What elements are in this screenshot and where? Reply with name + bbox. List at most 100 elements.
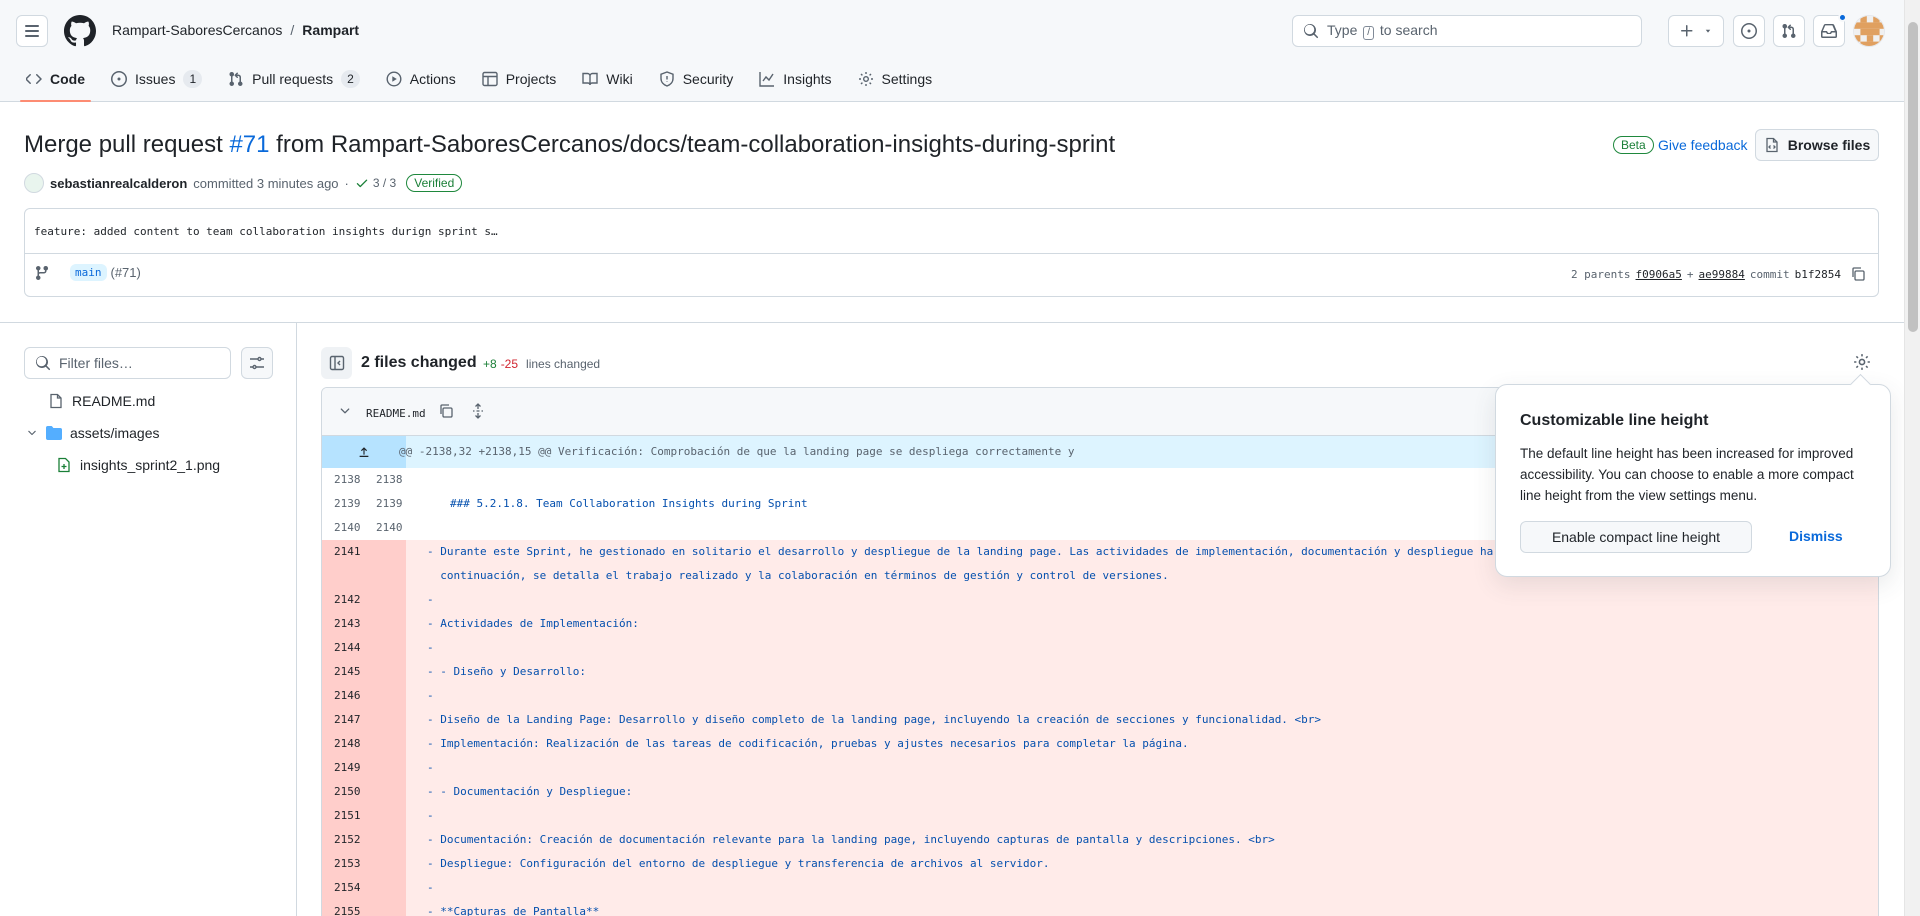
tab-security[interactable]: Security [649, 64, 744, 94]
filter-placeholder: Filter files… [59, 355, 133, 371]
new-line-number[interactable]: 2138 [364, 468, 406, 492]
branch-label[interactable]: main [70, 264, 107, 281]
search-shortcut-key: / [1363, 26, 1375, 40]
popover-body: The default line height has been increas… [1520, 446, 1854, 503]
enable-compact-line-height-button[interactable]: Enable compact line height [1520, 521, 1752, 553]
old-line-number[interactable]: 2149 [322, 756, 364, 780]
tab-pull-requests[interactable]: Pull requests 2 [218, 64, 370, 94]
gear-icon [858, 72, 873, 86]
verified-badge[interactable]: Verified [406, 174, 463, 192]
committed-time: committed 3 minutes ago [193, 175, 339, 191]
tab-actions[interactable]: Actions [376, 64, 466, 94]
tab-code[interactable]: Code [16, 64, 95, 102]
copy-icon[interactable] [1850, 266, 1866, 282]
diff-row-deleted: 2144 - [322, 636, 1878, 660]
chevron-down-icon[interactable] [338, 404, 352, 418]
tab-code-label: Code [50, 71, 85, 87]
copy-icon[interactable] [438, 403, 454, 419]
diff-code: - [427, 761, 434, 774]
old-line-number[interactable]: 2139 [322, 492, 364, 516]
diff-file-name[interactable]: README.md [366, 407, 426, 420]
old-line-number[interactable]: 2147 [322, 708, 364, 732]
check-icon [356, 179, 368, 188]
tab-wiki-label: Wiki [606, 71, 633, 87]
new-line-number[interactable]: 2139 [364, 492, 406, 516]
browse-files-button[interactable]: Browse files [1755, 129, 1879, 161]
view-settings-gear-icon[interactable] [1853, 353, 1871, 371]
filter-files-input[interactable]: Filter files… [24, 347, 231, 379]
diff-code: - - Documentación y Despliegue: [427, 785, 633, 798]
old-line-number[interactable]: 2146 [322, 684, 364, 708]
tab-projects[interactable]: Projects [472, 64, 567, 94]
tree-folder-assets[interactable]: assets/images [26, 425, 159, 441]
breadcrumb-owner[interactable]: Rampart-SaboresCercanos [112, 22, 282, 38]
checks-status[interactable]: 3 / 3 [355, 176, 396, 190]
triangle-down-icon [1705, 29, 1711, 33]
dismiss-button[interactable]: Dismiss [1789, 528, 1843, 544]
old-line-number[interactable]: 2153 [322, 852, 364, 876]
create-new-button[interactable] [1668, 15, 1724, 47]
old-line-number[interactable]: 2144 [322, 636, 364, 660]
old-line-number[interactable]: 2150 [322, 780, 364, 804]
tree-file-readme[interactable]: README.md [48, 393, 155, 409]
filter-options-button[interactable] [241, 347, 273, 379]
pull-requests-button[interactable] [1773, 15, 1805, 47]
old-line-number[interactable]: 2138 [322, 468, 364, 492]
author-avatar[interactable] [24, 173, 44, 193]
tab-issues[interactable]: Issues 1 [101, 64, 212, 94]
unfold-icon[interactable] [470, 403, 486, 419]
issue-icon [111, 71, 127, 87]
search-input[interactable]: Type / to search [1292, 15, 1642, 47]
tree-file-insights-png[interactable]: insights_sprint2_1.png [56, 457, 220, 473]
commit-title-suffix: from Rampart-SaboresCercanos/docs/team-c… [276, 131, 1116, 158]
old-line-number[interactable]: 2155 [322, 900, 364, 916]
diff-code: - [427, 809, 434, 822]
page-scrollbar[interactable] [1904, 0, 1920, 916]
menu-button[interactable] [16, 15, 48, 47]
diff-code: - Durante este Sprint, he gestionado en … [427, 540, 1527, 588]
expand-up-button[interactable] [322, 436, 406, 468]
old-line-number[interactable]: 2140 [322, 516, 364, 540]
commit-message-box: feature: added content to team collabora… [24, 208, 1879, 297]
checks-count: 3 / 3 [372, 176, 397, 190]
diff-code: - Actividades de Implementación: [427, 617, 639, 630]
tab-wiki[interactable]: Wiki [572, 64, 642, 94]
github-logo-icon[interactable] [64, 15, 96, 47]
give-feedback-link[interactable]: Give feedback [1658, 137, 1748, 153]
old-line-number[interactable]: 2141 [322, 540, 364, 588]
tab-projects-label: Projects [505, 71, 557, 87]
search-prefix: Type [1327, 22, 1358, 38]
sliders-icon [250, 356, 264, 370]
book-icon [582, 72, 598, 86]
sidebar-collapse-icon [329, 355, 344, 371]
old-line-number[interactable]: 2143 [322, 612, 364, 636]
new-line-number[interactable]: 2140 [364, 516, 406, 540]
notification-indicator [1838, 13, 1847, 22]
old-line-number[interactable]: 2142 [322, 588, 364, 612]
diff-row-deleted: 2145 - - Diseño y Desarrollo: [322, 660, 1878, 684]
diff-code: - [427, 881, 434, 894]
old-line-number[interactable]: 2145 [322, 660, 364, 684]
commit-meta: sebastianrealcalderon committed 3 minute… [24, 173, 463, 193]
tab-insights[interactable]: Insights [749, 64, 841, 94]
old-line-number[interactable]: 2148 [322, 732, 364, 756]
new-line-number [364, 636, 406, 660]
scrollbar-thumb[interactable] [1908, 22, 1918, 332]
diff-code: - - Diseño y Desarrollo: [427, 665, 586, 678]
diff-code: - Despliegue: Configuración del entorno … [427, 857, 1050, 870]
toggle-file-tree-button[interactable] [321, 347, 352, 379]
old-line-number[interactable]: 2151 [322, 804, 364, 828]
new-line-number [364, 876, 406, 900]
tab-settings[interactable]: Settings [848, 64, 943, 94]
parent-sha-1[interactable]: f0906a5 [1636, 268, 1682, 281]
author-link[interactable]: sebastianrealcalderon [50, 176, 187, 191]
pr-link[interactable]: #71 [229, 131, 269, 158]
branch-pr[interactable]: (#71) [111, 265, 141, 280]
user-avatar[interactable] [1853, 15, 1885, 47]
old-line-number[interactable]: 2152 [322, 828, 364, 852]
parent-sha-2[interactable]: ae99884 [1699, 268, 1745, 281]
breadcrumb-repo[interactable]: Rampart [302, 22, 359, 38]
tab-security-label: Security [682, 71, 734, 87]
old-line-number[interactable]: 2154 [322, 876, 364, 900]
issues-button[interactable] [1733, 15, 1765, 47]
